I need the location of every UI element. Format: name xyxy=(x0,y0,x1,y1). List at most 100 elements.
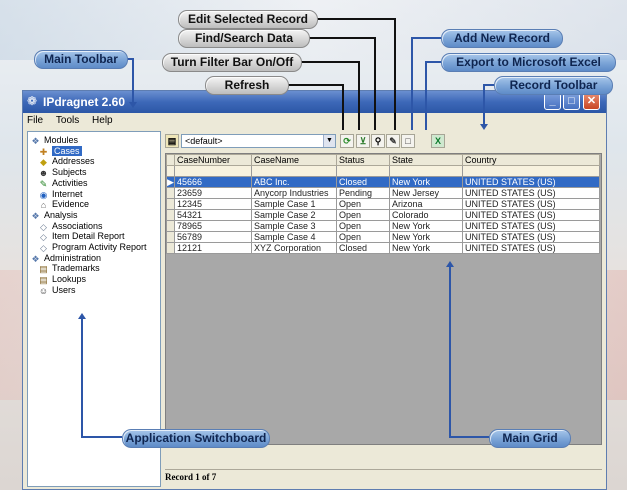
table-row[interactable]: 78965 Sample Case 3 Open New York UNITED STA… xyxy=(166,220,600,232)
menu-help[interactable]: Help xyxy=(92,115,113,126)
tree-item-label: Trademarks xyxy=(52,263,100,274)
cell-status[interactable]: Closed xyxy=(336,242,390,254)
filter-cell[interactable] xyxy=(389,165,463,177)
internet-icon: ◉ xyxy=(39,189,48,200)
filter-cell[interactable] xyxy=(336,165,390,177)
cell-casenumber[interactable]: 56789 xyxy=(174,231,252,243)
cell-casename[interactable]: Anycorp Industries xyxy=(251,187,337,199)
close-button[interactable]: ✕ xyxy=(583,93,600,110)
cell-state[interactable]: Colorado xyxy=(389,209,463,221)
row-header[interactable] xyxy=(166,231,175,243)
table-row[interactable]: 56789 Sample Case 4 Open New York UNITED STA… xyxy=(166,231,600,243)
cell-state[interactable]: New York xyxy=(389,242,463,254)
cell-status[interactable]: Open xyxy=(336,209,390,221)
connector-record-toolbar xyxy=(484,84,494,86)
table-row[interactable]: 23659 Anycorp Industries Pending New Jersey… xyxy=(166,187,600,199)
column-header-casename[interactable]: CaseName xyxy=(251,154,337,166)
export-excel-button[interactable]: X xyxy=(431,134,445,148)
cell-status[interactable]: Open xyxy=(336,198,390,210)
cell-casename[interactable]: Sample Case 3 xyxy=(251,220,337,232)
tree-item-item-detail-report[interactable]: ◇ Item Detail Report xyxy=(38,231,125,242)
filter-bar-toggle-button[interactable]: ⊻ xyxy=(356,134,370,148)
subjects-icon: ☻ xyxy=(38,168,49,179)
table-row[interactable]: 12345 Sample Case 1 Open Arizona UNITED STAT… xyxy=(166,198,600,210)
callout-find-search-data: Find/Search Data xyxy=(178,29,310,48)
cell-casenumber[interactable]: 12345 xyxy=(174,198,252,210)
tree-item-associations[interactable]: ◇ Associations xyxy=(38,221,103,232)
row-pointer-icon[interactable]: ▶ xyxy=(166,176,175,188)
tree-item-administration[interactable]: ❖ Administration xyxy=(30,253,101,264)
cell-casenumber[interactable]: 23659 xyxy=(174,187,252,199)
tree-item-subjects[interactable]: ☻ Subjects xyxy=(38,167,87,178)
cell-casename[interactable]: ABC Inc. xyxy=(251,176,337,188)
maximize-button[interactable]: □ xyxy=(563,93,580,110)
table-row[interactable]: ▶ 45666 ABC Inc. Closed New York UNITED STATE… xyxy=(166,176,600,188)
row-header[interactable] xyxy=(166,242,175,254)
tree-item-activities[interactable]: ✎ Activities xyxy=(38,178,88,189)
menu-tools[interactable]: Tools xyxy=(56,115,79,126)
cell-casename[interactable]: XYZ Corporation xyxy=(251,242,337,254)
row-header[interactable] xyxy=(166,198,175,210)
add-record-button[interactable]: □ xyxy=(401,134,415,148)
connector-refresh-v xyxy=(342,84,344,130)
cell-status[interactable]: Closed xyxy=(336,176,390,188)
cell-country[interactable]: UNITED STATES (US) xyxy=(462,231,600,243)
report-icon: ◇ xyxy=(40,232,47,243)
tree-item-lookups[interactable]: ▤ Lookups xyxy=(38,274,86,285)
column-header-status[interactable]: Status xyxy=(336,154,390,166)
cell-status[interactable]: Open xyxy=(336,231,390,243)
cell-country[interactable]: UNITED STATES (US) xyxy=(462,176,600,188)
table-row[interactable]: 54321 Sample Case 2 Open Colorado UNITED STA… xyxy=(166,209,600,221)
cell-country[interactable]: UNITED STATES (US) xyxy=(462,198,600,210)
row-header[interactable] xyxy=(166,220,175,232)
tree-item-internet[interactable]: ◉ Internet xyxy=(38,189,83,200)
cell-casenumber[interactable]: 12121 xyxy=(174,242,252,254)
tree-item-analysis[interactable]: ❖ Analysis xyxy=(30,210,77,221)
table-row[interactable]: 12121 XYZ Corporation Closed New York UNITED… xyxy=(166,242,600,254)
filter-cell[interactable] xyxy=(462,165,600,177)
refresh-button[interactable]: ⟳ xyxy=(340,134,354,148)
filter-cell[interactable] xyxy=(174,165,252,177)
cell-state[interactable]: New York xyxy=(389,176,463,188)
filter-cell[interactable] xyxy=(251,165,337,177)
tree-item-program-activity-report[interactable]: ◇ Program Activity Report xyxy=(38,242,147,253)
cell-status[interactable]: Pending xyxy=(336,187,390,199)
cell-status[interactable]: Open xyxy=(336,220,390,232)
tree-item-addresses[interactable]: ◆ Addresses xyxy=(38,156,95,167)
chevron-down-icon[interactable]: ▼ xyxy=(323,135,335,147)
cell-country[interactable]: UNITED STATES (US) xyxy=(462,209,600,221)
cell-casename[interactable]: Sample Case 1 xyxy=(251,198,337,210)
row-header[interactable] xyxy=(166,187,175,199)
cell-country[interactable]: UNITED STATES (US) xyxy=(462,187,600,199)
tree-item-evidence[interactable]: ⌂ Evidence xyxy=(38,199,89,210)
cell-casenumber[interactable]: 78965 xyxy=(174,220,252,232)
cell-state[interactable]: New York xyxy=(389,220,463,232)
cell-state[interactable]: New York xyxy=(389,231,463,243)
cell-casename[interactable]: Sample Case 2 xyxy=(251,209,337,221)
column-header-country[interactable]: Country xyxy=(462,154,600,166)
find-search-button[interactable]: ⚲ xyxy=(371,134,385,148)
column-header-state[interactable]: State xyxy=(389,154,463,166)
tree-item-modules[interactable]: ❖ Modules xyxy=(30,135,78,146)
connector-main-toolbar-v xyxy=(132,58,134,102)
tree-item-cases[interactable]: ✚ Cases xyxy=(38,145,82,157)
cell-casename[interactable]: Sample Case 4 xyxy=(251,231,337,243)
tree-item-users[interactable]: ☺ Users xyxy=(38,285,76,296)
minimize-button[interactable]: _ xyxy=(544,93,561,110)
filter-table-icon[interactable]: ▤ xyxy=(165,134,179,148)
cell-state[interactable]: New Jersey xyxy=(389,187,463,199)
cell-casenumber[interactable]: 54321 xyxy=(174,209,252,221)
connector-export xyxy=(425,61,441,63)
tree-item-label: Administration xyxy=(44,252,102,263)
cell-country[interactable]: UNITED STATES (US) xyxy=(462,220,600,232)
edit-record-button[interactable]: ✎ xyxy=(386,134,400,148)
menu-file[interactable]: File xyxy=(27,115,43,126)
column-header-casenumber[interactable]: CaseNumber xyxy=(174,154,252,166)
filter-row[interactable] xyxy=(166,165,600,177)
cell-casenumber[interactable]: 45666 xyxy=(174,176,252,188)
cell-state[interactable]: Arizona xyxy=(389,198,463,210)
tree-item-trademarks[interactable]: ▤ Trademarks xyxy=(38,263,100,274)
filter-select[interactable]: <default> ▼ xyxy=(181,134,336,148)
row-header[interactable] xyxy=(166,209,175,221)
cell-country[interactable]: UNITED STATES (US) xyxy=(462,242,600,254)
